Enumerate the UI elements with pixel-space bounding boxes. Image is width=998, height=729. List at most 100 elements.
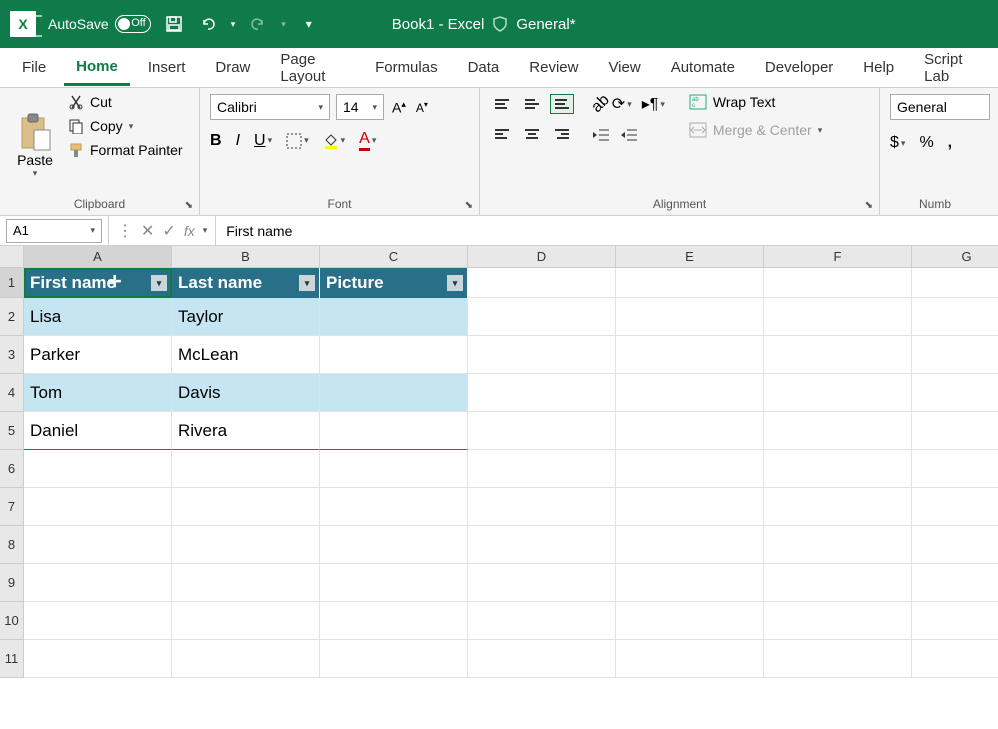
increase-font-button[interactable]: A▴ [390,97,408,118]
align-bottom-button[interactable] [550,94,574,114]
save-icon[interactable] [163,13,185,35]
cell[interactable] [468,488,616,526]
cell[interactable]: Taylor [172,298,320,336]
cell[interactable] [320,450,468,488]
cell[interactable] [468,564,616,602]
cell[interactable] [912,268,998,298]
accounting-format-button[interactable]: $▾ [890,134,905,152]
cell[interactable] [912,336,998,374]
tab-review[interactable]: Review [517,51,590,84]
cell[interactable] [912,298,998,336]
cell[interactable]: Lisa [24,298,172,336]
undo-dropdown-icon[interactable]: ▾ [231,19,236,30]
cell[interactable] [468,268,616,298]
row-header-8[interactable]: 8 [0,526,24,564]
wrap-text-button[interactable]: abc Wrap Text [689,94,822,110]
decrease-font-button[interactable]: A▾ [414,98,430,117]
align-center-button[interactable] [520,124,544,144]
ltr-button[interactable]: ▸¶▾ [642,94,665,114]
tab-draw[interactable]: Draw [203,51,262,84]
column-header-C[interactable]: C [320,246,468,268]
copy-button[interactable]: Copy ▾ [68,118,183,134]
cell[interactable] [172,640,320,678]
cell[interactable] [912,526,998,564]
merge-center-button[interactable]: Merge & Center ▾ [689,122,822,138]
cell[interactable] [912,374,998,412]
tab-help[interactable]: Help [851,51,906,84]
cell[interactable] [764,602,912,640]
table-header-cell[interactable]: First name✛▾ [24,268,172,298]
cell[interactable]: Rivera [172,412,320,450]
cell[interactable] [468,298,616,336]
cell[interactable] [764,412,912,450]
tab-formulas[interactable]: Formulas [363,51,450,84]
cell[interactable] [764,374,912,412]
cell[interactable] [616,336,764,374]
cell[interactable] [320,602,468,640]
cell[interactable] [764,640,912,678]
cell[interactable] [24,488,172,526]
tab-page-layout[interactable]: Page Layout [268,43,357,93]
filter-dropdown-icon[interactable]: ▾ [299,275,315,291]
align-top-button[interactable] [490,94,514,114]
cell[interactable] [468,374,616,412]
tab-home[interactable]: Home [64,50,130,86]
borders-button[interactable]: ▾ [286,133,309,149]
cell[interactable] [764,298,912,336]
cell[interactable] [468,640,616,678]
fx-icon[interactable]: fx [184,223,195,239]
table-header-cell[interactable]: Last name▾ [172,268,320,298]
cell[interactable] [320,564,468,602]
tab-insert[interactable]: Insert [136,51,198,84]
tab-data[interactable]: Data [456,51,512,84]
cell[interactable] [24,526,172,564]
redo-dropdown-icon[interactable]: ▾ [281,19,286,30]
italic-button[interactable]: I [236,132,240,150]
underline-button[interactable]: U▾ [254,132,272,150]
row-header-11[interactable]: 11 [0,640,24,678]
cell[interactable] [320,336,468,374]
row-header-6[interactable]: 6 [0,450,24,488]
cell[interactable] [468,526,616,564]
filter-dropdown-icon[interactable]: ▾ [447,275,463,291]
percent-format-button[interactable]: % [919,134,933,152]
cell[interactable] [912,488,998,526]
cell[interactable] [24,602,172,640]
font-name-combo[interactable]: Calibri▾ [210,94,330,120]
cell[interactable] [320,412,468,450]
tab-script-lab[interactable]: Script Lab [912,43,988,93]
cell[interactable]: Davis [172,374,320,412]
tab-developer[interactable]: Developer [753,51,845,84]
cell[interactable] [172,450,320,488]
column-header-B[interactable]: B [172,246,320,268]
enter-icon[interactable]: ✓ [162,221,175,241]
row-header-2[interactable]: 2 [0,298,24,336]
cut-button[interactable]: Cut [68,94,183,110]
increase-indent-button[interactable] [620,128,638,142]
clipboard-dialog-launcher[interactable]: ⬊ [185,200,193,211]
row-header-5[interactable]: 5 [0,412,24,450]
bold-button[interactable]: B [210,132,222,150]
alignment-dialog-launcher[interactable]: ⬊ [865,200,873,211]
select-all-corner[interactable] [0,246,24,268]
cell[interactable] [616,640,764,678]
fill-color-button[interactable]: ▾ [323,133,346,149]
chevron-down-icon[interactable]: ▾ [203,225,208,236]
cell[interactable] [616,268,764,298]
cell[interactable]: McLean [172,336,320,374]
undo-button[interactable] [197,13,219,35]
cell[interactable] [764,488,912,526]
cell[interactable] [616,412,764,450]
cell[interactable] [764,526,912,564]
cell[interactable] [616,526,764,564]
cell[interactable] [764,336,912,374]
filter-dropdown-icon[interactable]: ▾ [151,275,167,291]
cell[interactable] [616,298,764,336]
cell[interactable] [24,450,172,488]
row-header-4[interactable]: 4 [0,374,24,412]
number-format-combo[interactable]: General [890,94,990,120]
redo-button[interactable] [247,13,269,35]
cell[interactable] [468,450,616,488]
paste-button[interactable]: Paste ▾ [10,94,60,197]
cell[interactable] [468,336,616,374]
